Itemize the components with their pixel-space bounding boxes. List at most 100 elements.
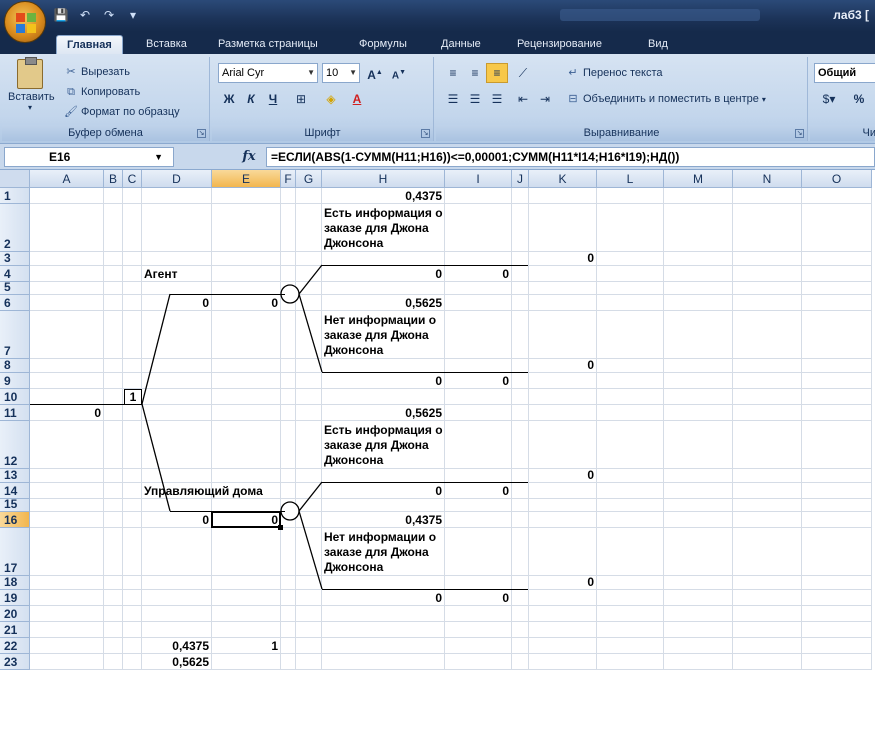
- tab-home[interactable]: Главная: [56, 35, 123, 54]
- borders-button[interactable]: ⊞: [290, 89, 312, 109]
- spreadsheet-grid[interactable]: A B C D E F G H I J K L M N O 1 2 3 4 5 6 7 8 9 10 11 12 13 14 15 16 17…: [0, 170, 875, 733]
- align-bottom-button[interactable]: ≡: [486, 63, 508, 83]
- cell-d22[interactable]: 0,4375: [142, 639, 212, 654]
- column-header-d[interactable]: D: [142, 170, 212, 188]
- cut-button[interactable]: ✂ Вырезать: [64, 63, 130, 81]
- cell-h14[interactable]: 0: [322, 484, 445, 499]
- grow-font-button[interactable]: A▲: [364, 63, 386, 83]
- wrap-text-button[interactable]: ↵ Перенос текста: [566, 64, 662, 82]
- column-header-o[interactable]: O: [802, 170, 872, 188]
- column-header-b[interactable]: B: [104, 170, 123, 188]
- font-size-combo[interactable]: 10 ▼: [322, 63, 360, 83]
- tab-review[interactable]: Рецензирование: [517, 35, 602, 54]
- cell-h17[interactable]: Нет информации о заказе для Джона Джонсо…: [322, 530, 451, 575]
- column-header-k[interactable]: K: [529, 170, 597, 188]
- column-header-i[interactable]: I: [445, 170, 512, 188]
- undo-icon[interactable]: ↶: [76, 7, 94, 23]
- column-header-c[interactable]: C: [123, 170, 142, 188]
- cell-a11[interactable]: 0: [30, 406, 104, 421]
- merge-center-button[interactable]: ⊟ Объединить и поместить в центре ▾: [566, 90, 766, 108]
- row-header-15[interactable]: 15: [0, 497, 30, 512]
- column-header-a[interactable]: A: [30, 170, 104, 188]
- copy-button[interactable]: ⧉ Копировать: [64, 83, 140, 101]
- cell-h4[interactable]: 0: [322, 267, 445, 282]
- cell-h19[interactable]: 0: [322, 591, 445, 606]
- redo-icon[interactable]: ↷: [100, 7, 118, 23]
- row-header-3[interactable]: 3: [0, 251, 30, 266]
- column-header-l[interactable]: L: [597, 170, 664, 188]
- align-right-button[interactable]: ☰: [486, 89, 508, 109]
- percent-button[interactable]: %: [848, 89, 870, 109]
- tab-data[interactable]: Данные: [441, 35, 481, 54]
- column-header-g[interactable]: G: [296, 170, 322, 188]
- row-header-8[interactable]: 8: [0, 358, 30, 373]
- cell-h7[interactable]: Нет информации о заказе для Джона Джонсо…: [322, 313, 451, 358]
- italic-button[interactable]: К: [240, 89, 262, 109]
- row-header-16[interactable]: 16: [0, 512, 30, 528]
- cell-i4[interactable]: 0: [445, 267, 512, 282]
- column-header-m[interactable]: M: [664, 170, 733, 188]
- cell-d6[interactable]: 0: [142, 296, 212, 311]
- insert-function-icon[interactable]: fx: [234, 147, 264, 167]
- cell-h16[interactable]: 0,4375: [322, 513, 445, 528]
- row-header-17[interactable]: 17: [0, 528, 30, 576]
- decrease-indent-button[interactable]: ⇤: [512, 89, 534, 109]
- row-header-5[interactable]: 5: [0, 280, 30, 295]
- font-color-button[interactable]: A: [346, 89, 368, 109]
- currency-button[interactable]: $▾: [814, 89, 844, 109]
- row-header-13[interactable]: 13: [0, 468, 30, 483]
- cell-e22[interactable]: 1: [212, 639, 281, 654]
- row-header-20[interactable]: 20: [0, 606, 30, 622]
- cell-h12[interactable]: Есть информация о заказе для Джона Джонс…: [322, 423, 451, 468]
- fill-color-button[interactable]: ◈: [320, 89, 342, 109]
- font-name-combo[interactable]: Arial Cyr ▼: [218, 63, 318, 83]
- cell-i14[interactable]: 0: [445, 484, 512, 499]
- cell-d4[interactable]: Агент: [142, 267, 177, 282]
- column-header-f[interactable]: F: [281, 170, 296, 188]
- row-header-7[interactable]: 7: [0, 311, 30, 359]
- align-top-button[interactable]: ≡: [442, 63, 464, 83]
- row-header-18[interactable]: 18: [0, 575, 30, 590]
- row-header-6[interactable]: 6: [0, 295, 30, 311]
- column-header-n[interactable]: N: [733, 170, 802, 188]
- bold-button[interactable]: Ж: [218, 89, 240, 109]
- cell-h2[interactable]: Есть информация о заказе для Джона Джонс…: [322, 206, 451, 251]
- cell-k8[interactable]: 0: [529, 358, 597, 373]
- cell-i19[interactable]: 0: [445, 591, 512, 606]
- paste-button[interactable]: Вставить ▾: [8, 57, 55, 112]
- tab-page-layout[interactable]: Разметка страницы: [218, 35, 318, 54]
- alignment-launcher-icon[interactable]: ↘: [795, 129, 804, 138]
- row-header-23[interactable]: 23: [0, 654, 30, 670]
- formula-input[interactable]: =ЕСЛИ(ABS(1-СУММ(H11;H16))<=0,00001;СУММ…: [266, 147, 875, 167]
- row-header-9[interactable]: 9: [0, 373, 30, 389]
- clipboard-launcher-icon[interactable]: ↘: [197, 129, 206, 138]
- cell-h6[interactable]: 0,5625: [322, 296, 445, 311]
- row-header-12[interactable]: 12: [0, 421, 30, 469]
- office-button[interactable]: [4, 1, 46, 43]
- font-launcher-icon[interactable]: ↘: [421, 129, 430, 138]
- column-header-h[interactable]: H: [322, 170, 445, 188]
- cell-k13[interactable]: 0: [529, 468, 597, 483]
- cell-h11[interactable]: 0,5625: [322, 406, 445, 421]
- shrink-font-button[interactable]: A▼: [388, 63, 410, 83]
- orientation-button[interactable]: ⟋: [512, 63, 534, 83]
- row-header-19[interactable]: 19: [0, 590, 30, 606]
- tab-formulas[interactable]: Формулы: [359, 35, 407, 54]
- row-header-2[interactable]: 2: [0, 204, 30, 252]
- align-center-button[interactable]: ☰: [464, 89, 486, 109]
- cell-k18[interactable]: 0: [529, 575, 597, 590]
- align-middle-button[interactable]: ≡: [464, 63, 486, 83]
- name-box[interactable]: E16 ▼: [4, 147, 174, 167]
- column-header-e[interactable]: E: [212, 170, 281, 188]
- underline-button[interactable]: Ч: [262, 89, 284, 109]
- tab-view[interactable]: Вид: [648, 35, 668, 54]
- fill-handle[interactable]: [278, 525, 283, 530]
- select-all-corner[interactable]: [0, 170, 30, 188]
- number-format-combo[interactable]: Общий: [814, 63, 875, 83]
- cell-d23[interactable]: 0,5625: [142, 655, 212, 670]
- cell-i9[interactable]: 0: [445, 374, 512, 389]
- row-header-11[interactable]: 11: [0, 405, 30, 421]
- cell-h1[interactable]: 0,4375: [322, 189, 445, 204]
- cell-d16[interactable]: 0: [142, 513, 212, 528]
- cell-h9[interactable]: 0: [322, 374, 445, 389]
